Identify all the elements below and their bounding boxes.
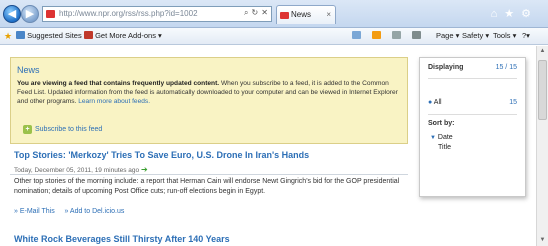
filter-all[interactable]: ● All [428, 99, 442, 106]
story-divider [10, 174, 408, 175]
feeds-icon[interactable] [372, 28, 381, 44]
get-more-addons-label: Get More Add-ons ▾ [95, 31, 162, 40]
vertical-scrollbar[interactable]: ▲ ▼ [536, 46, 548, 246]
sort-title-option[interactable]: Title [438, 144, 451, 151]
feed-info-box: News You are viewing a feed that contain… [10, 57, 408, 144]
home-page-icon[interactable] [352, 28, 361, 44]
story-meta: Today, December 05, 2011, 19 minutes ago… [14, 165, 148, 174]
address-tools[interactable]: ⌕↻✕ [244, 8, 271, 18]
suggested-sites-icon [16, 31, 25, 39]
favorites-star-icon[interactable]: ★ [504, 8, 521, 20]
learn-more-link[interactable]: Learn more about feeds. [78, 98, 150, 105]
mail-icon[interactable] [392, 28, 401, 44]
story-date: Today, December 05, 2011, 19 minutes ago [14, 167, 140, 174]
feed-bold-text: You are viewing a feed that contains fre… [17, 80, 220, 87]
get-more-addons-button[interactable]: Get More Add-ons ▾ [84, 28, 162, 44]
print-icon[interactable] [412, 28, 421, 44]
scroll-down-arrow-icon[interactable]: ▼ [537, 235, 548, 246]
subscribe-link[interactable]: + Subscribe to this feed [23, 125, 102, 134]
site-favicon-icon [46, 10, 55, 18]
feed-description: You are viewing a feed that contains fre… [17, 79, 401, 106]
home-icon[interactable]: ⌂ [491, 8, 505, 20]
email-this-link[interactable]: » E-Mail This [14, 208, 55, 215]
displaying-label: Displaying [428, 64, 464, 71]
safety-menu[interactable]: Safety ▾ [462, 28, 489, 44]
bullet-icon: ● [428, 99, 433, 106]
story-title-link[interactable]: Top Stories: 'Merkozy' Tries To Save Eur… [14, 150, 309, 160]
subscribe-label: Subscribe to this feed [35, 126, 103, 133]
page-menu[interactable]: Page ▾ [436, 28, 459, 44]
tab-favicon-icon [280, 12, 289, 19]
story-body: Other top stories of the morning include… [14, 178, 400, 195]
sort-down-arrow-icon: ▼ [430, 135, 436, 141]
filter-all-count: 15 [509, 99, 517, 106]
filter-all-label: All [433, 99, 442, 106]
panel-divider [428, 114, 517, 115]
tab-news[interactable]: News × [276, 5, 336, 24]
tab-close-icon[interactable]: × [326, 6, 331, 24]
refresh-icon[interactable]: ↻ [251, 8, 261, 17]
address-bar[interactable]: http://www.npr.org/rss/rss.php?id=1002 [42, 6, 272, 22]
command-bar: ★ Suggested Sites ▾ Get More Add-ons ▾ P… [0, 28, 548, 45]
page-content: News You are viewing a feed that contain… [0, 46, 536, 246]
address-text: http://www.npr.org/rss/rss.php?id=1002 [59, 9, 198, 18]
browser-titlebar: ◀ ▶ http://www.npr.org/rss/rss.php?id=10… [0, 0, 548, 28]
stop-icon[interactable]: ✕ [261, 8, 271, 17]
feed-heading: News [17, 65, 40, 75]
help-menu[interactable]: ?▾ [522, 28, 530, 44]
addons-icon [84, 31, 93, 39]
tab-title: News [291, 10, 312, 19]
suggested-sites-label: Suggested Sites ▾ [27, 31, 88, 40]
displaying-count: 15 / 15 [495, 64, 517, 71]
tools-menu[interactable]: Tools ▾ [493, 28, 516, 44]
scroll-up-arrow-icon[interactable]: ▲ [537, 46, 548, 57]
suggested-sites-button[interactable]: Suggested Sites ▾ [16, 28, 88, 44]
sort-date-label: Date [437, 134, 453, 141]
story-links: » E-Mail This » Add to Del.icio.us [14, 208, 124, 215]
favorites-icon[interactable]: ★ [4, 28, 12, 45]
panel-divider [428, 78, 517, 79]
filter-side-panel: Displaying 15 / 15 ● All 15 Sort by: ▼ D… [419, 57, 526, 197]
sort-by-label: Sort by: [428, 120, 455, 127]
back-arrow-icon[interactable]: ◀ [3, 5, 21, 23]
story-title-link[interactable]: White Rock Beverages Still Thirsty After… [14, 234, 230, 244]
sort-title-label: Title [438, 144, 451, 151]
go-arrow-icon[interactable]: ➔ [141, 165, 148, 174]
add-to-delicious-link[interactable]: » Add to Del.icio.us [64, 208, 124, 215]
forward-arrow-icon[interactable]: ▶ [21, 5, 39, 23]
gear-icon[interactable]: ⚙ [521, 8, 538, 20]
window-icons: ⌂★⚙ [491, 7, 538, 20]
scrollbar-thumb[interactable] [538, 60, 547, 120]
subscribe-plus-icon: + [23, 125, 32, 134]
sort-date-option[interactable]: ▼ Date [430, 134, 453, 141]
